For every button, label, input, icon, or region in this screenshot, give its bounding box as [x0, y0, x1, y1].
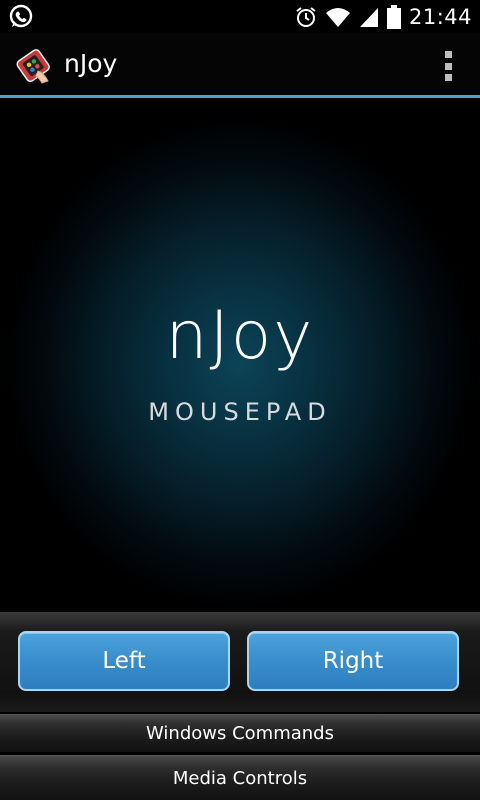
windows-commands-panel[interactable]: Windows Commands: [0, 714, 480, 752]
system-icons: 21:44: [295, 0, 472, 33]
notification-icons: [8, 4, 34, 29]
status-bar: 21:44: [0, 0, 480, 33]
media-controls-panel[interactable]: Media Controls: [0, 755, 480, 800]
brand-title: nJoy: [165, 297, 315, 374]
action-bar: nJoy: [0, 33, 480, 95]
wifi-icon: [325, 7, 350, 27]
overflow-menu-icon[interactable]: [442, 51, 454, 81]
signal-icon: [359, 7, 378, 27]
status-time: 21:44: [408, 4, 472, 29]
mousepad-touch-area[interactable]: nJoy MOUSEPAD: [0, 98, 480, 612]
right-click-button[interactable]: Right: [247, 631, 459, 691]
alarm-icon: [296, 6, 316, 27]
menu-dot: [444, 74, 452, 81]
njoy-gamepad-logo[interactable]: [14, 45, 54, 85]
menu-dot: [444, 62, 452, 70]
menu-dot: [444, 51, 452, 58]
left-click-button[interactable]: Left: [18, 631, 230, 691]
battery-icon: [386, 4, 401, 29]
whatsapp-icon: [9, 4, 33, 27]
brand-subtitle: MOUSEPAD: [148, 398, 332, 426]
mouse-button-bar: Left Right: [0, 612, 480, 712]
app-title: nJoy: [64, 49, 118, 78]
app-screen: 21:44 nJoy nJoy MOUSEPAD Left Right Wind…: [0, 0, 480, 800]
